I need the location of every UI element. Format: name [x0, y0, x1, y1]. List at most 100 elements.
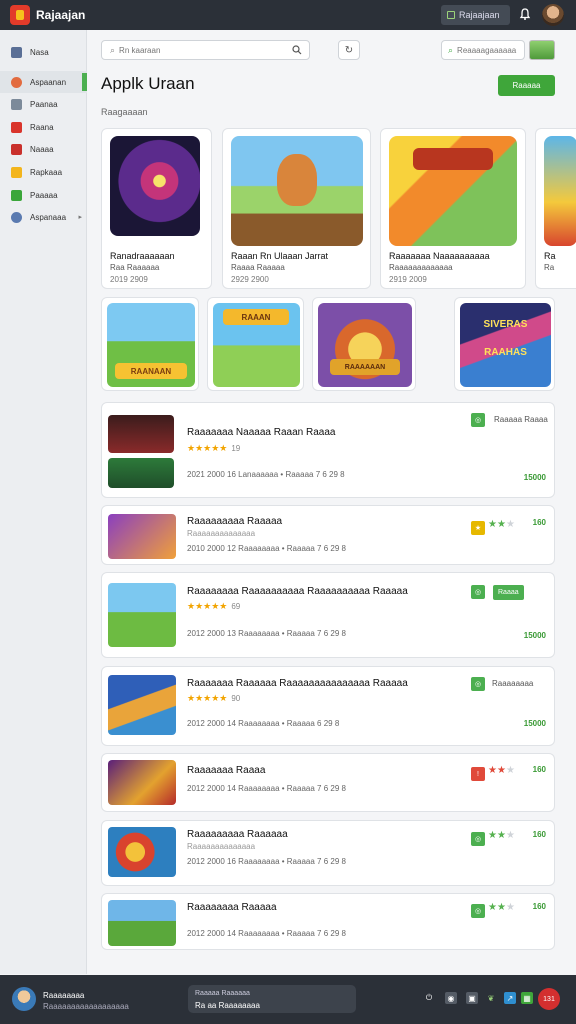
list-item[interactable]: Raaaaaaaa Raaaaaaaaaa Raaaaaaaaaa Raaaaa… — [101, 572, 555, 658]
search-input[interactable] — [119, 45, 280, 55]
list-item[interactable]: Raaaaaaa Naaaaa Raaan Raaaa ★★★★★ 19 2021… — [101, 402, 555, 498]
rating-stars-text: ★★★★★ — [187, 443, 228, 453]
bell-icon[interactable] — [518, 7, 532, 21]
game-logo-text: RAAAAAAN — [330, 359, 400, 375]
mini-rating: ★★★ — [488, 830, 515, 841]
game-thumbnail — [108, 583, 176, 647]
item-title: Raaaaaaa Naaaaa Raaan Raaaa — [187, 427, 336, 438]
search-box[interactable]: ⌕ — [101, 40, 310, 60]
item-action-label[interactable]: Raaaaaaaa — [492, 679, 533, 688]
primary-action-button[interactable]: Raaaaa — [498, 75, 555, 96]
refresh-button[interactable]: ↻ — [338, 40, 360, 60]
profile-thumbnail[interactable] — [529, 40, 555, 60]
grid-icon[interactable]: ▦ — [521, 992, 533, 1004]
item-price: 160 — [532, 765, 546, 774]
item-price: 160 — [532, 830, 546, 839]
featured-date: 2929 2900 — [231, 275, 269, 284]
game-thumbnail — [108, 760, 176, 805]
item-title: Raaaaaaa Raaaaaa Raaaaaaaaaaaaaaa Raaaaa — [187, 678, 408, 689]
sidebar: Nasa Aspaanan Paanaa Raana Naaaa Rapkaaa… — [0, 30, 87, 974]
search-icon[interactable] — [292, 45, 302, 55]
status-badge: ◎ — [471, 413, 485, 427]
game-thumbnail — [108, 415, 174, 453]
search-icon: ⌕ — [448, 44, 454, 55]
item-title: Raaaaaaaaa Raaaaaa — [187, 829, 288, 840]
small-card[interactable]: RAANAAN — [101, 297, 199, 391]
sidebar-item-paanaa[interactable]: Paanaa — [0, 93, 87, 115]
item-meta: 2012 2000 14 Raaaaaaaa • Raaaaa 7 6 29 8 — [187, 929, 346, 938]
secondary-search[interactable]: ⌕ Reaaaagaaaaaa — [441, 40, 525, 60]
now-playing-panel[interactable]: Raaaaa Raaaaaa Ra aa Raaaaaaaa — [188, 985, 356, 1013]
sidebar-item-label: Aspanaaa — [30, 212, 67, 222]
mini-rating: ★★★ — [488, 765, 515, 776]
featured-card[interactable]: Raaan Rn Ulaaan Jarrat Raaaa Raaaaa 2929… — [222, 128, 371, 289]
featured-date: 2919 2009 — [389, 275, 427, 284]
sidebar-item-naaaa[interactable]: Naaaa — [0, 138, 87, 160]
list-item[interactable]: Raaaaaaa Raaaaaa Raaaaaaaaaaaaaaa Raaaaa… — [101, 666, 555, 746]
mini-rating: ★★★ — [488, 902, 515, 913]
game-logo-text: RAAAN — [223, 309, 289, 325]
search-prefix-icon: ⌕ — [110, 44, 116, 55]
active-indicator — [82, 73, 87, 91]
game-art-image: RAANAAN — [107, 303, 195, 387]
sidebar-item-aspanaaa[interactable]: Aspanaaa ▸ — [0, 206, 87, 228]
featured-title: Raaan Rn Ulaaan Jarrat — [231, 251, 329, 261]
small-card[interactable]: RAAAN — [207, 297, 304, 391]
page-title: Applk Uraan — [101, 74, 195, 93]
sidebar-item-nasa[interactable]: Nasa — [0, 41, 87, 63]
star-icon — [11, 166, 22, 178]
game-art-image: SIVERAS RAAHAS — [460, 303, 551, 387]
action-button[interactable]: Raaaa — [493, 585, 524, 600]
featured-subtitle: Ra — [544, 263, 555, 272]
item-title: Raaaaaaaa Raaaaa — [187, 902, 277, 913]
item-price: 15000 — [523, 631, 546, 640]
document-icon — [11, 98, 22, 110]
app-title: Rajaajan — [36, 8, 86, 22]
list-item[interactable]: Raaaaaaaa Raaaaa 2012 2000 14 Raaaaaaaa … — [101, 893, 555, 950]
user-avatar[interactable] — [542, 4, 564, 26]
sidebar-item-aspaanan[interactable]: Aspaanan — [0, 71, 87, 93]
item-action-label[interactable]: Raaaaa Raaaa — [494, 415, 548, 424]
item-title: Raaaaaaa Raaaa — [187, 765, 266, 776]
list-item[interactable]: Raaaaaaa Raaaa 2012 2000 14 Raaaaaaaa • … — [101, 753, 555, 812]
chat-icon[interactable]: ▣ — [466, 992, 478, 1004]
bottom-bar: Raaaaaaaa Raaaaaaaaaaaaaaaaaa Raaaaa Raa… — [0, 975, 576, 1024]
rating-stars: ★★★★★ 90 — [187, 693, 240, 704]
featured-title: Ranadraaaaaan — [110, 251, 175, 261]
share-icon[interactable]: ↗ — [504, 992, 516, 1004]
status-badge: ◎ — [471, 832, 485, 846]
status-badge: ◎ — [471, 677, 485, 691]
status-badge: ◎ — [471, 585, 485, 599]
item-subtitle: Raaaaaaaaaaaaaa — [187, 842, 256, 851]
featured-card[interactable]: Ranadraaaaaan Raa Raaaaaa 2019 2909 — [101, 128, 212, 289]
game-art-image — [110, 136, 200, 236]
item-meta: 2012 2000 14 Raaaaaaaa • Raaaaa 7 6 29 8 — [187, 784, 346, 793]
notification-badge[interactable]: 131 — [538, 988, 560, 1010]
list-item[interactable]: Raaaaaaaaa Raaaaa Raaaaaaaaaaaaaa 2010 2… — [101, 505, 555, 565]
sidebar-item-rapkaaa[interactable]: Rapkaaa — [0, 161, 87, 183]
power-icon[interactable]: ⏻ — [423, 992, 435, 1004]
game-thumbnail — [108, 458, 174, 488]
game-art-image: RAAAAAAN — [318, 303, 412, 387]
list-item[interactable]: Raaaaaaaaa Raaaaaa Raaaaaaaaaaaaaa 2012 … — [101, 820, 555, 886]
game-thumbnail — [108, 514, 176, 559]
item-title: Raaaaaaaa Raaaaaaaaaa Raaaaaaaaaa Raaaaa — [187, 586, 408, 597]
featured-title: Ra — [544, 251, 556, 261]
top-bar: Rajaajan Rajaajaan — [0, 0, 576, 30]
sidebar-item-raana[interactable]: Raana — [0, 116, 87, 138]
featured-card[interactable]: Ra Ra — [535, 128, 576, 289]
topbar-button[interactable]: Rajaajaan — [441, 5, 510, 25]
featured-card[interactable]: Raaaaaaa Naaaaaaaaaa Raaaaaaaaaaaaa 2919… — [380, 128, 526, 289]
rating-stars-text: ★★★★★ — [187, 601, 228, 611]
games-icon — [11, 121, 22, 133]
leaf-icon[interactable]: ❦ — [485, 992, 497, 1004]
user-avatar[interactable] — [12, 987, 36, 1011]
small-card[interactable]: SIVERAS RAAHAS — [454, 297, 555, 391]
item-meta: 2012 2000 14 Raaaaaaaa • Raaaaa 6 29 8 — [187, 719, 340, 728]
sidebar-item-label: Paanaa — [30, 99, 58, 109]
sidebar-item-paaaaa[interactable]: Paaaaa — [0, 184, 87, 206]
camera-icon[interactable]: ◉ — [445, 992, 457, 1004]
small-card[interactable]: RAAAAAAN — [312, 297, 416, 391]
rating-stars: ★★★★★ 69 — [187, 601, 240, 612]
item-meta: 2012 2000 16 Raaaaaaaa • Raaaaa 7 6 29 8 — [187, 857, 346, 866]
